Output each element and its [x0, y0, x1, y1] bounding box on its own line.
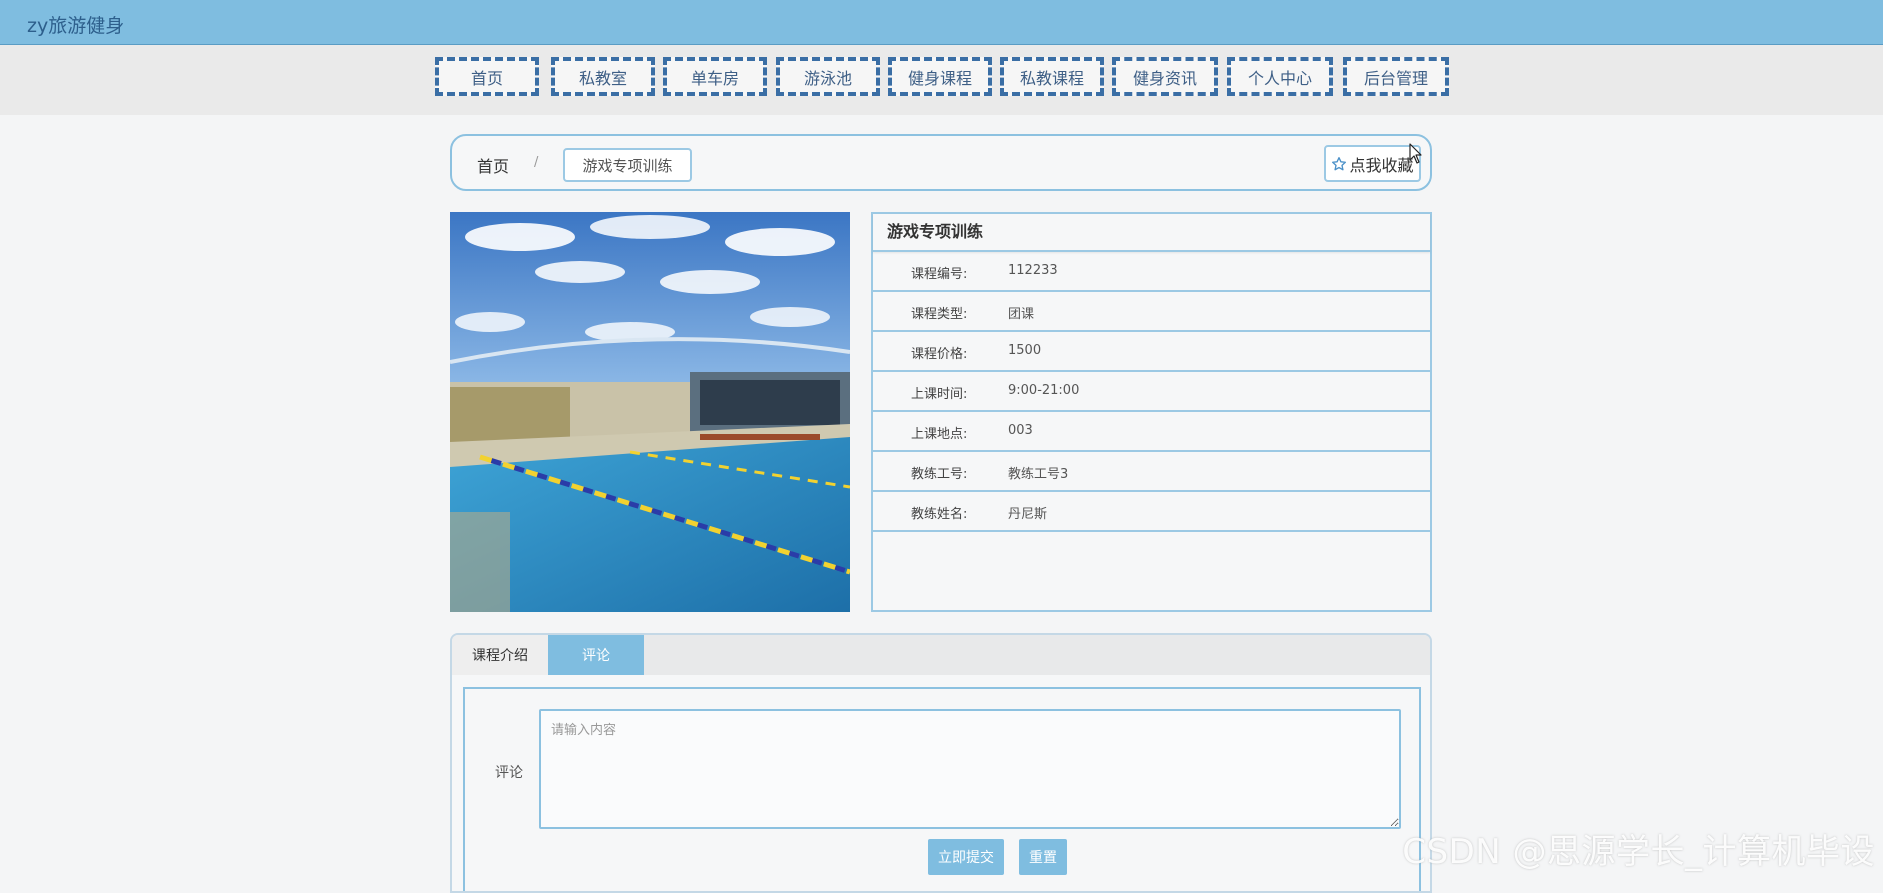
nav-item-swimming-pool[interactable]: 游泳池 — [776, 57, 880, 96]
detail-label: 课程类型: — [911, 307, 968, 322]
breadcrumb-home-link[interactable]: 首页 — [477, 153, 509, 177]
nav-item-admin[interactable]: 后台管理 — [1343, 57, 1449, 96]
detail-row-class-time: 上课时间: 9:00-21:00 — [873, 372, 1430, 412]
detail-value: 003 — [1008, 423, 1033, 438]
course-title: 游戏专项训练 — [873, 214, 1430, 252]
favorite-button[interactable]: 点我收藏 — [1324, 145, 1421, 182]
detail-label: 上课时间: — [911, 387, 968, 402]
course-detail-panel: 游戏专项训练 课程编号: 112233 课程类型: 团课 课程价格: 1500 … — [871, 212, 1432, 612]
detail-value: 团课 — [1008, 307, 1035, 322]
detail-row-course-type: 课程类型: 团课 — [873, 292, 1430, 332]
top-header-bar: zy旅游健身 — [0, 0, 1883, 45]
nav-item-label: 私教课程 — [1019, 68, 1084, 88]
breadcrumb: 首页 / 游戏专项训练 点我收藏 — [450, 134, 1432, 191]
tab-bar: 课程介绍 评论 — [452, 635, 1430, 675]
detail-row-class-location: 上课地点: 003 — [873, 412, 1430, 452]
detail-value: 1500 — [1008, 343, 1042, 358]
site-brand[interactable]: zy旅游健身 — [27, 11, 124, 38]
submit-button[interactable]: 立即提交 — [928, 839, 1004, 875]
csdn-watermark: CSDN @思源学长_计算机毕设 — [1402, 832, 1875, 872]
comment-form: 评论 立即提交 重置 — [463, 687, 1421, 891]
reset-button[interactable]: 重置 — [1019, 839, 1067, 875]
breadcrumb-separator: / — [534, 155, 539, 170]
nav-item-fitness-news[interactable]: 健身资讯 — [1112, 57, 1218, 96]
nav-item-label: 私教室 — [578, 68, 627, 88]
detail-value: 教练工号3 — [1008, 467, 1069, 482]
detail-label: 教练姓名: — [911, 507, 968, 522]
detail-label: 教练工号: — [911, 467, 968, 482]
nav-item-label: 个人中心 — [1247, 68, 1312, 88]
detail-label: 上课地点: — [911, 427, 968, 442]
detail-value: 9:00-21:00 — [1008, 383, 1080, 398]
detail-label: 课程价格: — [911, 347, 968, 362]
nav-item-cycling-room[interactable]: 单车房 — [663, 57, 767, 96]
detail-value: 112233 — [1008, 263, 1058, 278]
star-outline-icon — [1332, 156, 1347, 170]
breadcrumb-current: 游戏专项训练 — [563, 148, 692, 182]
favorite-label: 点我收藏 — [1349, 155, 1414, 175]
nav-item-private-classroom[interactable]: 私教室 — [551, 57, 655, 96]
main-nav: 首页 私教室 单车房 游泳池 健身课程 私教课程 健身资讯 个人中心 后台管理 — [0, 45, 1883, 115]
nav-item-home[interactable]: 首页 — [435, 57, 539, 96]
course-image — [450, 212, 850, 612]
tab-comment[interactable]: 评论 — [548, 635, 644, 675]
nav-item-label: 后台管理 — [1363, 68, 1428, 88]
nav-item-label: 游泳池 — [803, 68, 852, 88]
nav-item-user-center[interactable]: 个人中心 — [1227, 57, 1333, 96]
nav-item-private-courses[interactable]: 私教课程 — [1000, 57, 1104, 96]
nav-item-label: 健身资讯 — [1132, 68, 1197, 88]
detail-row-coach-name: 教练姓名: 丹尼斯 — [873, 492, 1430, 532]
course-tabs: 课程介绍 评论 评论 立即提交 重置 — [450, 633, 1432, 893]
detail-value: 丹尼斯 — [1008, 507, 1048, 522]
detail-label: 课程编号: — [911, 267, 968, 282]
tab-course-intro[interactable]: 课程介绍 — [452, 635, 548, 675]
detail-row-course-price: 课程价格: 1500 — [873, 332, 1430, 372]
comment-input[interactable] — [539, 709, 1401, 829]
nav-item-label: 首页 — [470, 68, 503, 88]
comment-field-label: 评论 — [495, 765, 523, 781]
detail-row-course-no: 课程编号: 112233 — [873, 252, 1430, 292]
detail-row-coach-id: 教练工号: 教练工号3 — [873, 452, 1430, 492]
nav-item-fitness-courses[interactable]: 健身课程 — [888, 57, 992, 96]
nav-item-label: 健身课程 — [907, 68, 972, 88]
mouse-cursor-icon — [1409, 143, 1422, 164]
nav-item-label: 单车房 — [690, 68, 739, 88]
